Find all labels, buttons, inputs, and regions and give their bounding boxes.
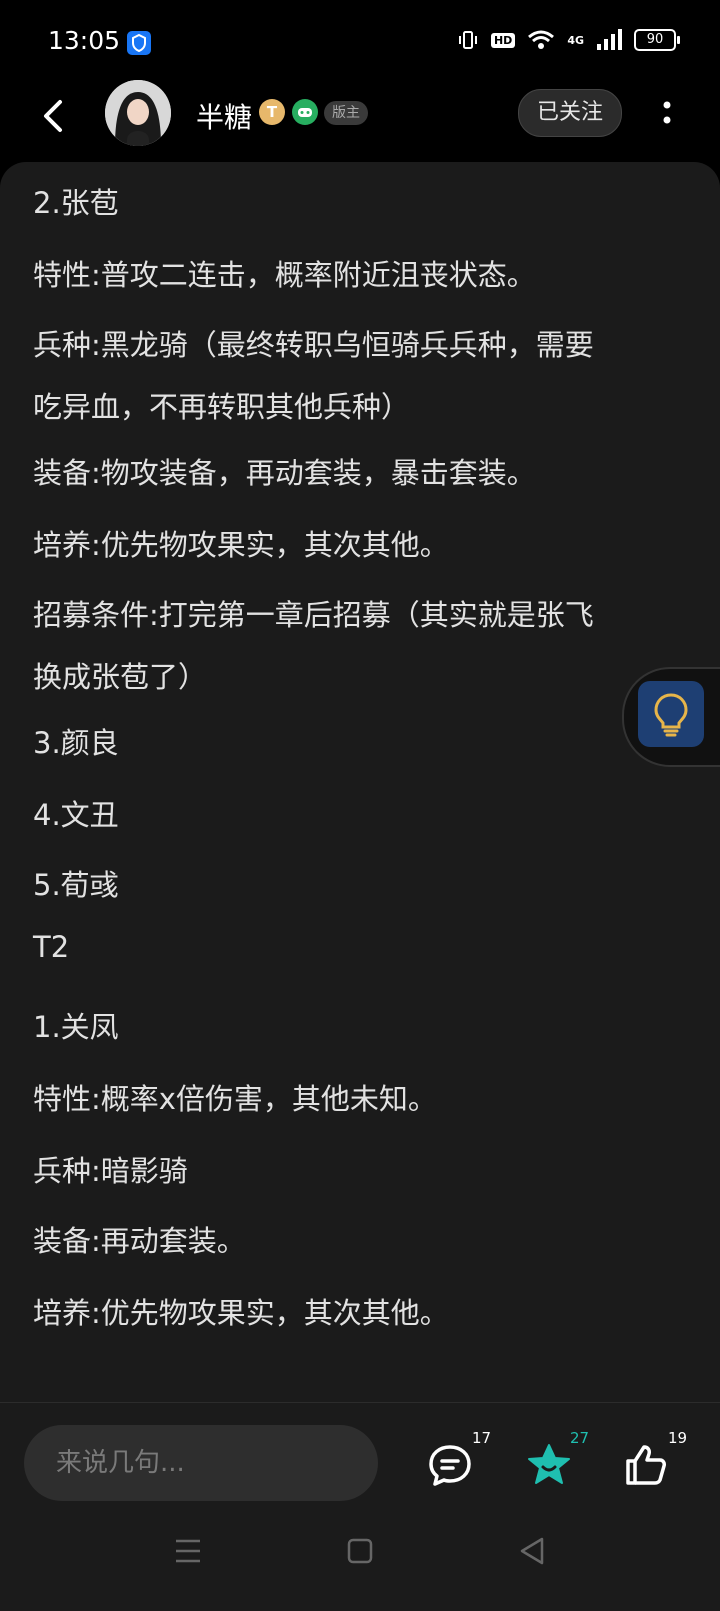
like-button[interactable] (622, 1441, 670, 1489)
thumbs-up-icon (626, 1445, 666, 1485)
network-label: 4G (567, 33, 584, 47)
nav-menu-button[interactable] (168, 1531, 208, 1571)
status-time: 13:05 (48, 26, 121, 55)
back-button[interactable] (36, 92, 76, 140)
content-line: 1.关凤 (33, 1010, 119, 1044)
battery-icon: 90 (634, 29, 680, 51)
nav-home-button[interactable] (340, 1531, 380, 1571)
content-line: 3.颜良 (33, 726, 119, 760)
gamepad-icon (292, 99, 318, 125)
content-line: 2.张苞 (33, 186, 119, 220)
triangle-back-icon (520, 1537, 544, 1565)
like-count: 19 (668, 1429, 688, 1447)
content-line: 4.文丑 (33, 798, 119, 832)
content-line: 特性:概率x倍伤害，其他未知。 (33, 1082, 437, 1116)
bottom-action-bar: 来说几句... 17 27 19 (0, 1402, 720, 1611)
hd-icon: HD (490, 32, 516, 48)
star-icon (528, 1444, 570, 1484)
comment-button[interactable] (426, 1441, 474, 1489)
more-button[interactable] (660, 96, 674, 132)
comment-input[interactable]: 来说几句... (24, 1425, 378, 1501)
content-line: T2 (33, 930, 70, 964)
comment-count: 17 (472, 1429, 492, 1447)
content-line: 5.荀彧 (33, 868, 119, 902)
content-line: 吃异血，不再转职其他兵种） (33, 390, 411, 424)
menu-icon (176, 1539, 200, 1563)
content-line: 培养:优先物攻果实，其次其他。 (33, 1296, 449, 1330)
content-line: 招募条件:打完第一章后招募（其实就是张飞 (33, 598, 594, 632)
follow-button[interactable]: 已关注 (518, 89, 622, 137)
more-vertical-icon (663, 101, 671, 124)
favorite-count: 27 (570, 1429, 590, 1447)
content-line: 兵种:黑龙骑（最终转职乌恒骑兵兵种，需要 (33, 328, 594, 362)
comment-icon (429, 1445, 471, 1486)
status-bar: 13:05 HD 4G 90 (0, 0, 720, 80)
content-line: 兵种:暗影骑 (33, 1154, 188, 1188)
level-badge: T (259, 99, 285, 125)
content-line: 培养:优先物攻果实，其次其他。 (33, 528, 449, 562)
content-line: 换成张苞了） (33, 660, 208, 694)
signal-icon (597, 29, 622, 50)
post-content: 2.张苞 特性:普攻二连击，概率附近沮丧状态。 兵种:黑龙骑（最终转职乌恒骑兵兵… (0, 162, 720, 1402)
floating-tips-button[interactable] (622, 667, 720, 767)
post-header: 半糖 T 版主 已关注 (0, 80, 720, 160)
vibrate-icon (458, 31, 477, 49)
moderator-badge: 版主 (324, 101, 368, 125)
username[interactable]: 半糖 (196, 96, 252, 136)
shield-icon (127, 31, 151, 55)
square-icon (347, 1538, 373, 1564)
wifi-icon (528, 30, 555, 49)
chevron-left-icon (44, 100, 62, 132)
content-line: 装备:再动套装。 (33, 1224, 246, 1258)
content-line: 装备:物攻装备，再动套装，暴击套装。 (33, 456, 536, 490)
content-line: 特性:普攻二连击，概率附近沮丧状态。 (33, 258, 536, 292)
avatar[interactable] (105, 80, 171, 146)
favorite-button[interactable] (525, 1441, 573, 1489)
lightbulb-icon (638, 681, 704, 747)
nav-back-button[interactable] (512, 1531, 552, 1571)
